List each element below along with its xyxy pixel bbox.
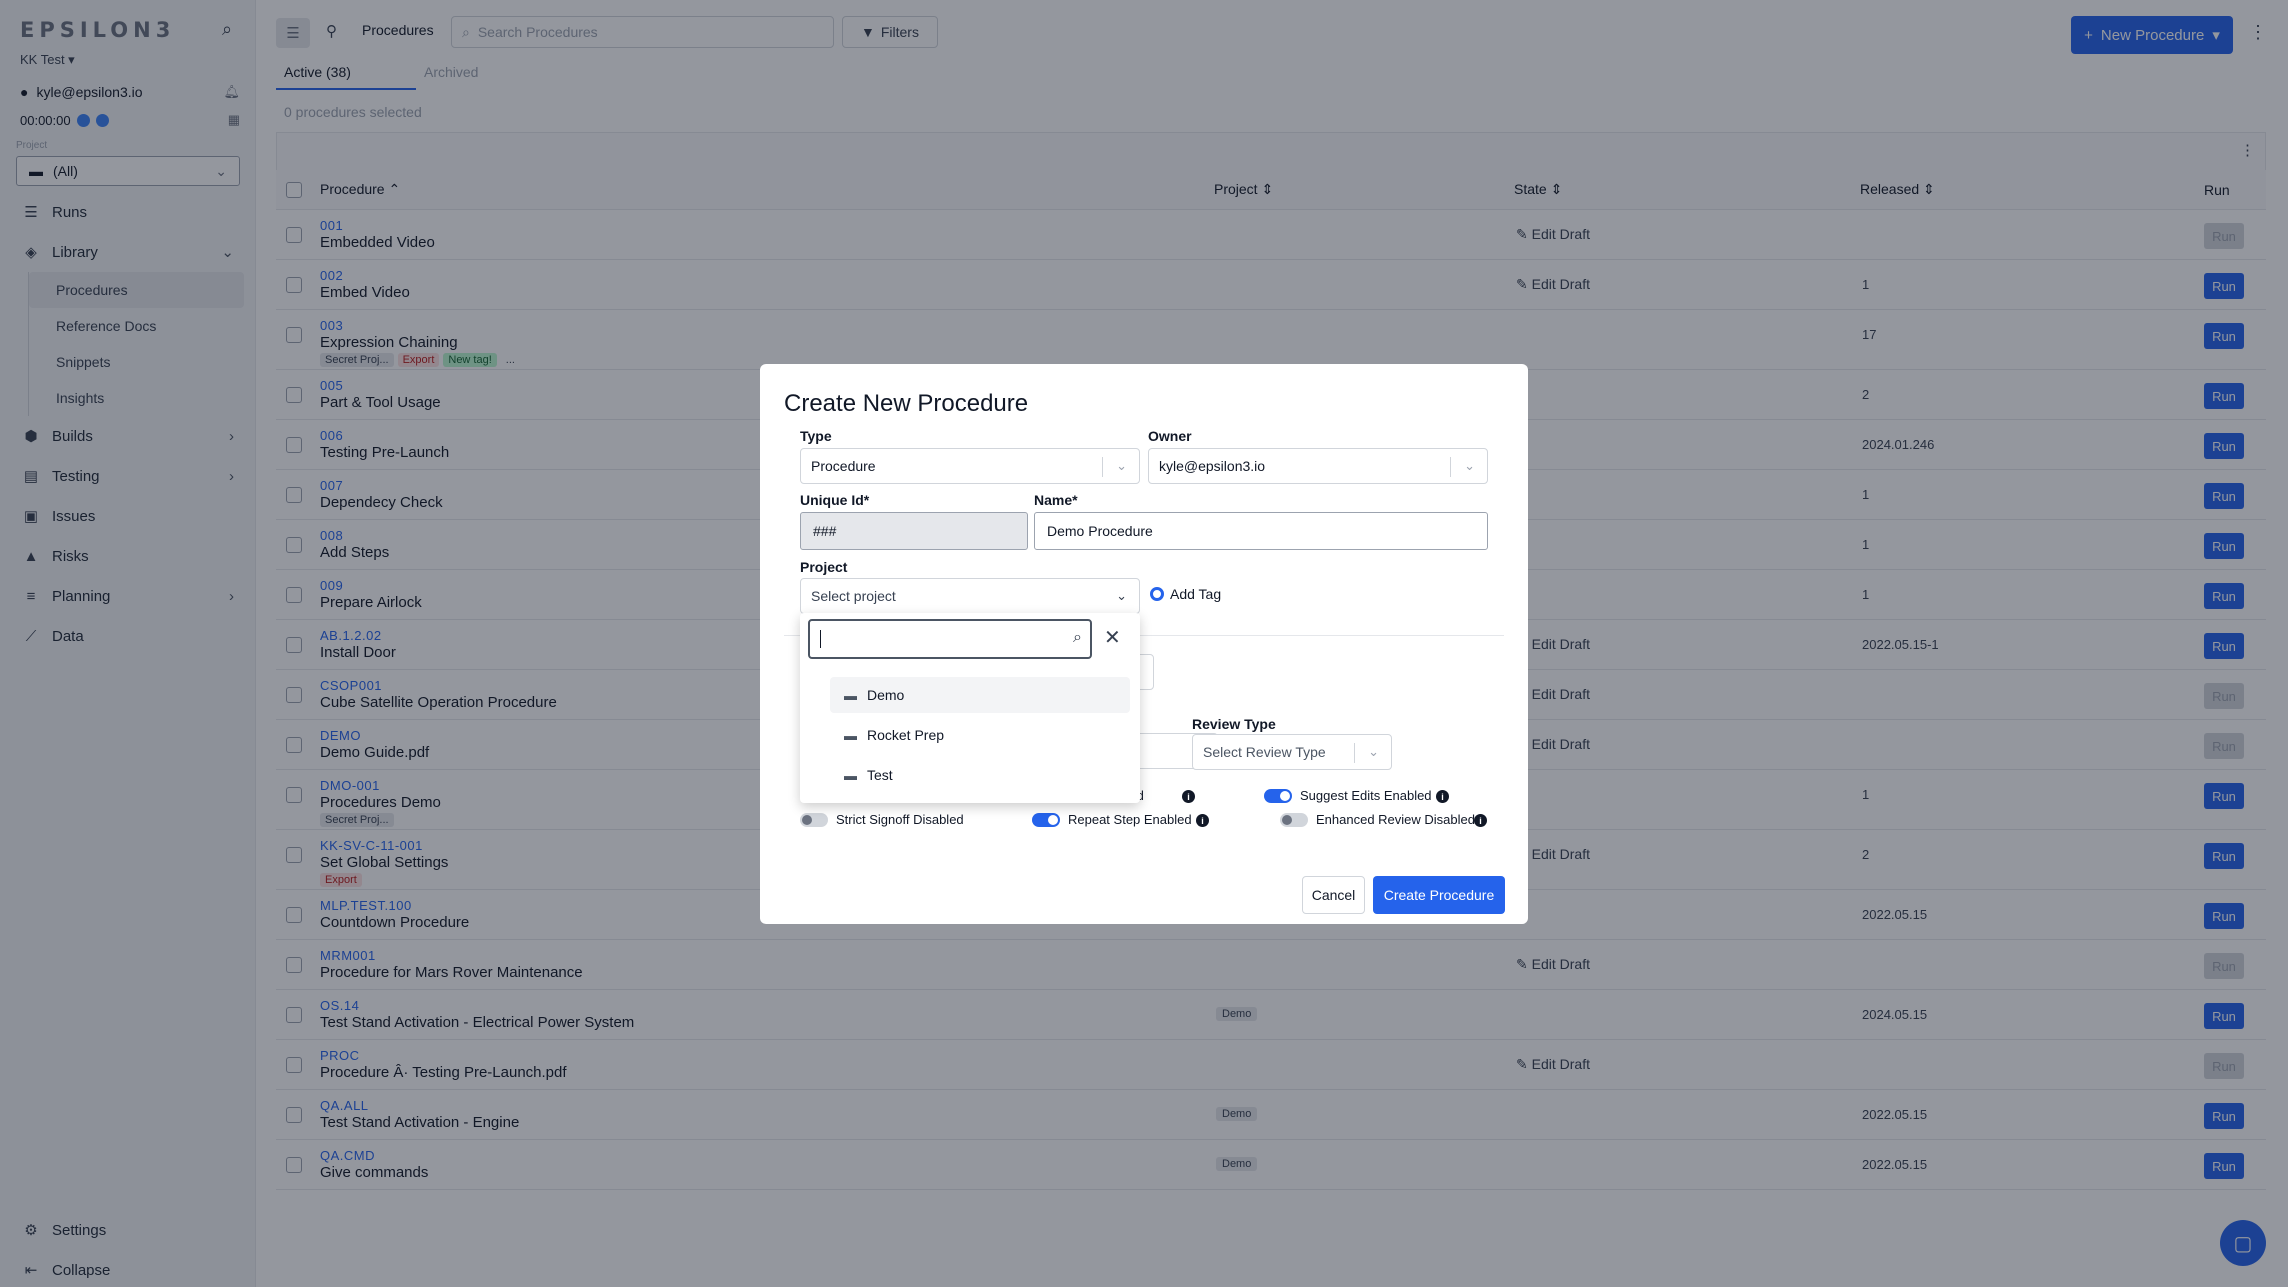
strict-signoff-label: Strict Signoff Disabled (836, 812, 964, 827)
project-option-rocket-prep[interactable]: ▬ Rocket Prep (830, 717, 1130, 753)
toggle-repeat-step[interactable] (1032, 813, 1060, 827)
select-separator (1354, 743, 1355, 763)
add-tag-button[interactable]: Add Tag (1150, 586, 1221, 602)
unique-id-label: Unique Id* (800, 492, 870, 508)
type-value: Procedure (811, 458, 876, 474)
enhanced-review-label: Enhanced Review Disabled (1316, 812, 1475, 827)
select-separator (1450, 457, 1451, 477)
review-type-label: Review Type (1192, 716, 1276, 732)
name-field[interactable]: Demo Procedure (1034, 512, 1488, 550)
repeat-step-label: Repeat Step Enabled (1068, 812, 1192, 827)
suggest-edits-label: Suggest Edits Enabled (1300, 788, 1432, 803)
toggle-strict-signoff[interactable] (800, 813, 828, 827)
info-icon[interactable]: i (1436, 790, 1449, 803)
info-icon[interactable]: i (1474, 814, 1487, 827)
create-procedure-button[interactable]: Create Procedure (1373, 876, 1505, 914)
review-type-select[interactable]: Select Review Type ⌄ (1192, 734, 1392, 770)
project-option-demo[interactable]: ▬ Demo (830, 677, 1130, 713)
toggle-enhanced-review[interactable] (1280, 813, 1308, 827)
close-icon[interactable]: ✕ (1104, 625, 1121, 650)
folder-icon: ▬ (844, 767, 857, 783)
modal-title: Create New Procedure (784, 390, 1029, 417)
project-select[interactable]: Select project ⌄ (800, 578, 1140, 614)
chevron-down-icon: ⌄ (1116, 458, 1127, 473)
search-icon: ⌕ (1073, 629, 1082, 646)
option-label: Test (867, 767, 893, 783)
project-search-input[interactable]: ⌕ (808, 619, 1092, 659)
toggle-suggest-edits[interactable] (1264, 789, 1292, 803)
info-icon[interactable]: i (1196, 814, 1209, 827)
option-label: Demo (867, 687, 905, 703)
project-label: Project (800, 559, 848, 575)
project-placeholder: Select project (811, 588, 896, 604)
chevron-down-icon: ⌄ (1368, 744, 1379, 759)
owner-value: kyle@epsilon3.io (1159, 458, 1266, 474)
name-label: Name* (1034, 492, 1078, 508)
owner-select[interactable]: kyle@epsilon3.io ⌄ (1148, 448, 1488, 484)
unique-id-field[interactable]: ### (800, 512, 1028, 550)
cancel-button[interactable]: Cancel (1302, 876, 1365, 914)
owner-label: Owner (1148, 428, 1192, 444)
folder-icon: ▬ (844, 687, 857, 703)
type-select[interactable]: Procedure ⌄ (800, 448, 1140, 484)
project-dropdown: ⌕ ✕ ▬ Demo ▬ Rocket Prep ▬ Test (800, 613, 1140, 803)
chevron-down-icon: ⌄ (1464, 458, 1475, 473)
info-icon[interactable]: i (1182, 790, 1195, 803)
type-label: Type (800, 428, 832, 444)
select-separator (1102, 457, 1103, 477)
add-tag-icon (1150, 587, 1164, 601)
review-type-placeholder: Select Review Type (1203, 744, 1326, 760)
add-tag-label: Add Tag (1170, 586, 1222, 602)
folder-icon: ▬ (844, 727, 857, 743)
text-caret (820, 630, 821, 648)
chevron-down-icon: ⌄ (1116, 588, 1127, 603)
project-option-test[interactable]: ▬ Test (830, 757, 1130, 793)
option-label: Rocket Prep (867, 727, 945, 743)
